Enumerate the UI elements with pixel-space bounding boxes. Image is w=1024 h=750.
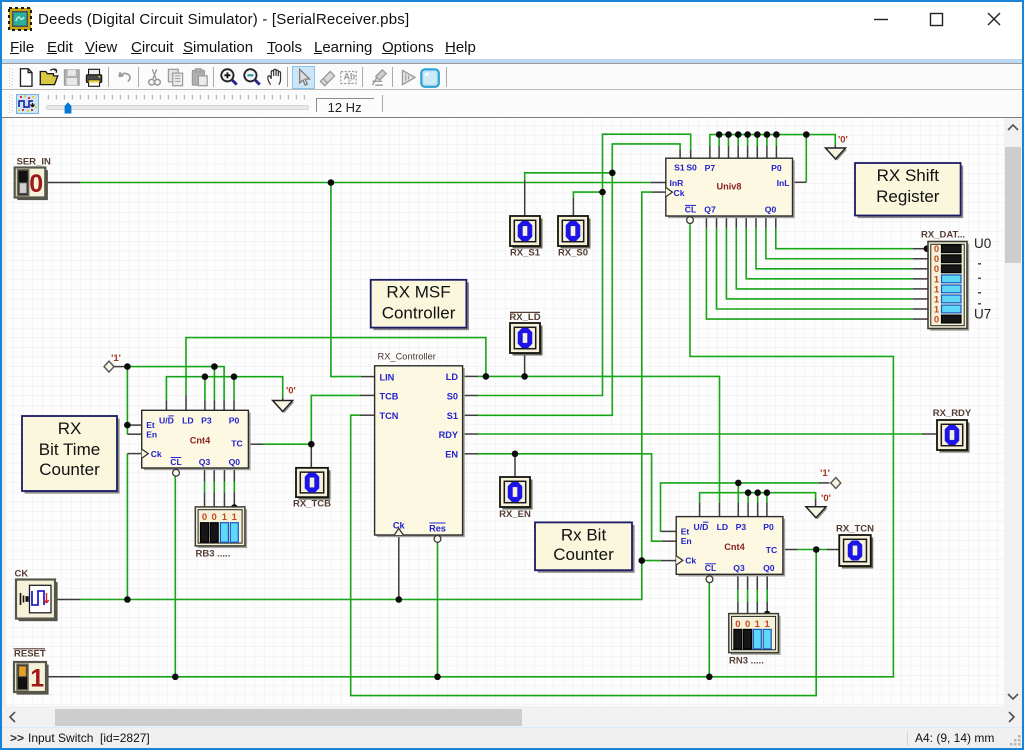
svg-text:RX_EN: RX_EN <box>499 509 531 520</box>
svg-text:CL: CL <box>705 563 716 573</box>
svg-text:0: 0 <box>29 170 43 198</box>
svg-text:RX MSF: RX MSF <box>386 283 450 302</box>
svg-text:Q3: Q3 <box>199 457 211 467</box>
svg-text:RESET: RESET <box>14 649 46 660</box>
svg-text:'0': '0' <box>286 386 296 397</box>
svg-text:Ck: Ck <box>685 555 696 565</box>
svg-text:P0: P0 <box>229 416 240 426</box>
svg-text:0: 0 <box>212 512 217 523</box>
svg-text:Q3: Q3 <box>733 563 745 573</box>
svg-text:CK: CK <box>15 569 29 580</box>
svg-text:RX: RX <box>58 419 82 438</box>
svg-text:LD: LD <box>182 416 193 426</box>
svg-text:InR: InR <box>670 178 685 188</box>
svg-text:TC: TC <box>231 439 242 449</box>
svg-text:S0: S0 <box>447 391 458 401</box>
svg-text:Q0: Q0 <box>763 563 775 573</box>
svg-text:LD: LD <box>717 522 728 532</box>
svg-text:TCN: TCN <box>380 411 399 421</box>
svg-text:RDY: RDY <box>439 430 458 440</box>
svg-text:Counter: Counter <box>553 545 614 564</box>
svg-text:LIN: LIN <box>380 372 395 382</box>
svg-text:Q0: Q0 <box>229 457 241 467</box>
svg-text:1: 1 <box>755 619 761 630</box>
svg-text:RX Shift: RX Shift <box>877 166 940 185</box>
svg-text:En: En <box>681 536 692 546</box>
svg-text:Et: Et <box>681 527 690 537</box>
svg-text:Univ8: Univ8 <box>716 182 741 192</box>
svg-text:P0: P0 <box>763 522 774 532</box>
svg-text:c: c <box>347 77 351 86</box>
svg-text:Et: Et <box>146 420 155 430</box>
svg-text:EN: EN <box>445 450 458 460</box>
svg-text:P0: P0 <box>771 163 782 173</box>
svg-text:'1': '1' <box>820 468 830 479</box>
svg-text:Q0: Q0 <box>765 205 777 215</box>
svg-text:S1: S1 <box>447 411 458 421</box>
svg-text:RX_TCB: RX_TCB <box>293 499 331 510</box>
svg-text:'0': '0' <box>821 493 831 504</box>
svg-text:Res: Res <box>429 523 446 533</box>
svg-text:S1: S1 <box>674 163 685 173</box>
svg-text:P7: P7 <box>705 163 716 173</box>
svg-text:Controller: Controller <box>382 304 456 323</box>
svg-text:Register: Register <box>876 187 940 206</box>
svg-text:RX_Controller: RX_Controller <box>378 352 436 362</box>
svg-text:P3: P3 <box>201 416 212 426</box>
svg-text:1: 1 <box>232 512 238 523</box>
svg-text:RN3 .....: RN3 ..... <box>729 656 764 667</box>
svg-text:RX_LD: RX_LD <box>509 312 540 323</box>
svg-text:1: 1 <box>765 619 771 630</box>
svg-text:TCB: TCB <box>380 392 399 402</box>
svg-text:U7: U7 <box>974 307 991 322</box>
svg-text:1: 1 <box>222 512 228 523</box>
svg-text:'1': '1' <box>111 353 121 364</box>
svg-text:RX_RDY: RX_RDY <box>933 408 972 419</box>
svg-text:0: 0 <box>934 314 939 325</box>
svg-text:U/D: U/D <box>159 416 174 426</box>
svg-text:'0': '0' <box>838 135 848 146</box>
svg-text:Q7: Q7 <box>704 205 716 215</box>
svg-text:Cnt4: Cnt4 <box>190 436 211 446</box>
svg-text:1: 1 <box>30 665 44 693</box>
svg-text:Ck: Ck <box>674 188 685 198</box>
svg-text:RB3 .....: RB3 ..... <box>196 549 231 560</box>
svg-text:RX_DAT...: RX_DAT... <box>921 230 965 241</box>
svg-text:CL: CL <box>685 205 696 215</box>
svg-text:RX_S0: RX_S0 <box>558 248 588 259</box>
svg-text:TC: TC <box>766 545 777 555</box>
svg-text:En: En <box>146 430 157 440</box>
svg-text:Bit Time: Bit Time <box>39 440 100 459</box>
svg-text:0: 0 <box>745 619 750 630</box>
svg-text:0: 0 <box>202 512 207 523</box>
svg-text:InL: InL <box>777 178 790 188</box>
svg-text:U0: U0 <box>974 236 991 251</box>
svg-text:P3: P3 <box>736 522 747 532</box>
svg-text:Cnt4: Cnt4 <box>724 542 745 552</box>
svg-text:RX_S1: RX_S1 <box>510 248 541 259</box>
svg-text:0: 0 <box>735 619 740 630</box>
svg-text:S0: S0 <box>686 163 697 173</box>
svg-text:U/D: U/D <box>693 522 708 532</box>
svg-text:LD: LD <box>446 372 459 382</box>
svg-text:RX_TCN: RX_TCN <box>836 524 874 535</box>
svg-text:CL: CL <box>170 457 181 467</box>
svg-text:Ck: Ck <box>151 449 162 459</box>
svg-text:Counter: Counter <box>39 460 100 479</box>
svg-text:Rx Bit: Rx Bit <box>561 526 607 545</box>
svg-text:SER_IN: SER_IN <box>17 157 51 168</box>
